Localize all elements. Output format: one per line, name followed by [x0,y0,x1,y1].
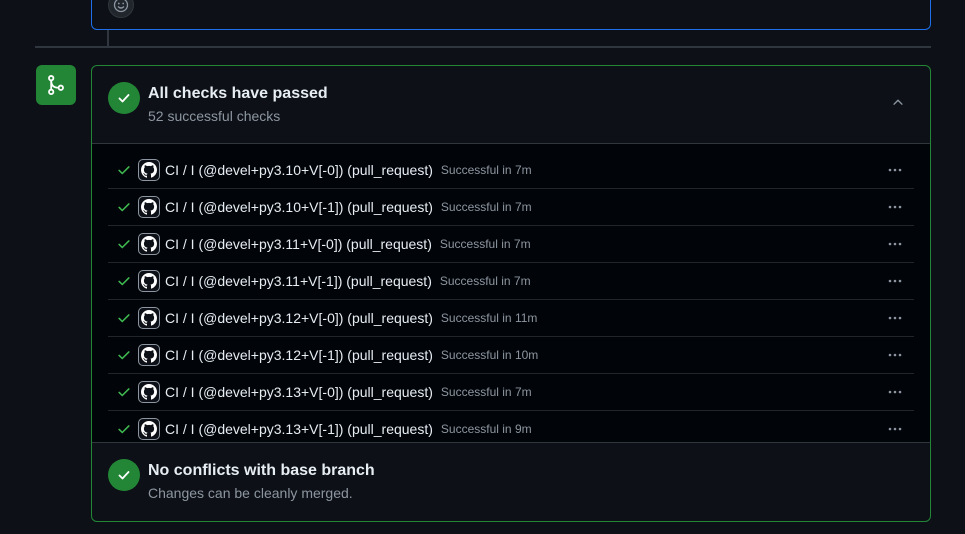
kebab-horizontal-icon[interactable] [886,420,904,438]
check-row[interactable]: CI / I (@devel+py3.13+V[-1]) (pull_reque… [108,411,914,442]
check-icon [116,162,132,178]
check-status: Successful in 10m [440,348,539,362]
merge-conflict-status: No conflicts with base branch Changes ca… [92,443,930,521]
check-name[interactable]: CI / I (@devel+py3.13+V[-1]) (pull_reque… [165,421,433,437]
check-circle-icon [108,459,140,491]
check-name[interactable]: CI / I (@devel+py3.12+V[-1]) (pull_reque… [165,347,433,363]
check-icon [116,273,132,289]
check-name[interactable]: CI / I (@devel+py3.12+V[-0]) (pull_reque… [165,310,433,326]
timeline-connector [107,30,109,46]
check-status: Successful in 7m [440,385,532,399]
checks-summary-header: All checks have passed 52 successful che… [92,66,930,144]
github-icon [138,270,160,292]
kebab-horizontal-icon[interactable] [886,272,904,290]
check-name[interactable]: CI / I (@devel+py3.10+V[-1]) (pull_reque… [165,199,433,215]
check-icon [116,236,132,252]
check-icon [116,421,132,437]
check-icon [116,199,132,215]
check-status: Successful in 11m [440,311,538,325]
check-circle-icon [108,82,140,114]
previous-comment-box [91,0,931,30]
check-row[interactable]: CI / I (@devel+py3.12+V[-1]) (pull_reque… [108,337,914,374]
checks-summary-title: All checks have passed [148,85,328,102]
github-icon [138,196,160,218]
add-reaction-button[interactable] [108,0,134,18]
kebab-horizontal-icon[interactable] [886,383,904,401]
checks-summary-subtitle: 52 successful checks [148,108,281,124]
checks-list[interactable]: CI / I (@devel+py3.10+V[-0]) (pull_reque… [92,144,930,443]
kebab-horizontal-icon[interactable] [886,309,904,327]
check-row[interactable]: CI / I (@devel+py3.11+V[-1]) (pull_reque… [108,263,914,300]
check-name[interactable]: CI / I (@devel+py3.11+V[-0]) (pull_reque… [165,236,432,252]
timeline-divider [35,46,931,48]
check-row[interactable]: CI / I (@devel+py3.13+V[-0]) (pull_reque… [108,374,914,411]
merge-status-title: No conflicts with base branch [148,462,375,479]
check-name[interactable]: CI / I (@devel+py3.13+V[-0]) (pull_reque… [165,384,433,400]
check-status: Successful in 7m [439,237,531,251]
github-icon [138,344,160,366]
check-icon [116,347,132,363]
check-status: Successful in 7m [440,163,532,177]
github-icon [138,307,160,329]
check-status: Successful in 7m [440,200,532,214]
check-name[interactable]: CI / I (@devel+py3.10+V[-0]) (pull_reque… [165,162,433,178]
github-icon [138,418,160,440]
github-icon [138,381,160,403]
collapse-checks-button[interactable] [888,92,908,112]
check-row[interactable]: CI / I (@devel+py3.10+V[-1]) (pull_reque… [108,189,914,226]
merge-status-panel: All checks have passed 52 successful che… [91,65,931,522]
smiley-icon [113,0,129,13]
github-icon [138,159,160,181]
check-name[interactable]: CI / I (@devel+py3.11+V[-1]) (pull_reque… [165,273,432,289]
chevron-up-icon [893,99,903,105]
check-icon [116,384,132,400]
kebab-horizontal-icon[interactable] [886,161,904,179]
check-icon [116,310,132,326]
github-icon [138,233,160,255]
kebab-horizontal-icon[interactable] [886,198,904,216]
merge-status-subtitle: Changes can be cleanly merged. [148,485,353,501]
check-status: Successful in 7m [439,274,531,288]
check-status: Successful in 9m [440,422,532,436]
check-row[interactable]: CI / I (@devel+py3.10+V[-0]) (pull_reque… [108,152,914,189]
kebab-horizontal-icon[interactable] [886,235,904,253]
kebab-horizontal-icon[interactable] [886,346,904,364]
check-row[interactable]: CI / I (@devel+py3.11+V[-0]) (pull_reque… [108,226,914,263]
git-branch-icon [36,65,76,105]
check-row[interactable]: CI / I (@devel+py3.12+V[-0]) (pull_reque… [108,300,914,337]
